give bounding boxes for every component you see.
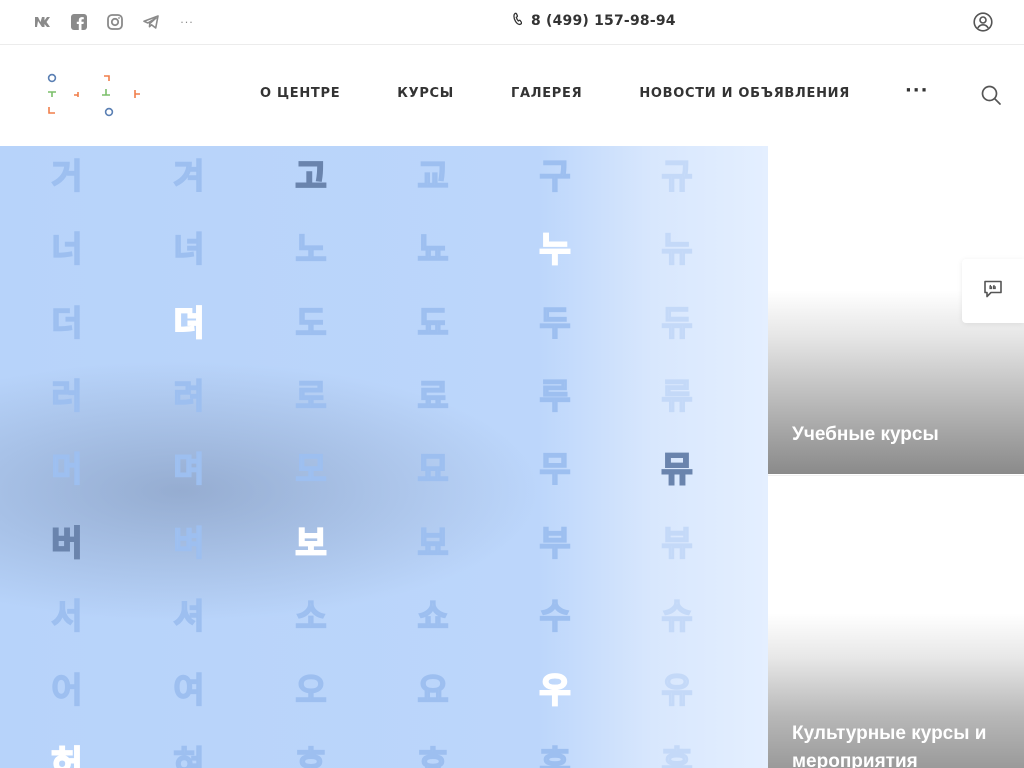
hangul-glyph: 허: [50, 743, 83, 768]
hangul-glyph: 류: [661, 376, 694, 418]
feedback-button[interactable]: [962, 259, 1024, 323]
top-bar: ··· 8 (499) 157-98-94: [0, 0, 1024, 45]
hangul-glyph: 뮤: [660, 449, 693, 491]
hangul-glyph: 노: [295, 229, 328, 271]
hangul-glyph: 뉴: [661, 229, 694, 271]
hangul-glyph: 우: [538, 670, 571, 712]
hangul-glyph: 서: [51, 596, 84, 638]
hangul-glyph: 겨: [173, 156, 206, 198]
hangul-glyph: 료: [417, 376, 450, 418]
social-links: ···: [34, 13, 196, 31]
hangul-glyph: 여: [173, 670, 206, 712]
hangul-glyph: 러: [51, 376, 84, 418]
phone-icon: [512, 12, 523, 30]
vk-icon[interactable]: [34, 13, 52, 31]
more-social-icon[interactable]: ···: [178, 13, 196, 31]
hangul-glyph: 셔: [173, 596, 206, 638]
hangul-glyph: 뇨: [417, 229, 450, 271]
hangul-glyph: 뵤: [417, 523, 450, 565]
hangul-glyph: 유: [661, 670, 694, 712]
phone-link[interactable]: 8 (499) 157-98-94: [512, 12, 676, 30]
hangul-glyph: 슈: [661, 596, 694, 638]
hangul-glyph: 효: [417, 743, 450, 768]
hangul-glyph: 머: [51, 449, 84, 491]
hangul-glyph: 쇼: [417, 596, 450, 638]
hangul-glyph: 보: [294, 523, 327, 565]
nav-item-about[interactable]: О ЦЕНТРЕ: [260, 86, 340, 101]
profile-icon[interactable]: [973, 12, 993, 32]
hangul-glyph: 누: [538, 229, 571, 271]
hangul-glyph: 구: [539, 156, 572, 198]
hangul-glyph: 두: [539, 303, 572, 345]
hangul-glyph: 어: [51, 670, 84, 712]
facebook-icon[interactable]: [70, 13, 88, 31]
telegram-icon[interactable]: [142, 13, 160, 31]
hangul-glyph: 부: [539, 523, 572, 565]
instagram-icon[interactable]: [106, 13, 124, 31]
hangul-glyph: 버: [50, 523, 83, 565]
hangul-pattern: 거 겨 고 교 구 규너 녀 노 뇨 누 뉴더 뎌 도 됴 두 듀러 려 로 료 루 류머 며 모 묘 무 뮤버 벼 보 뵤 부 뷰서 셔 소 쇼…: [0, 146, 768, 768]
hangul-glyph: 고: [294, 156, 327, 198]
hangul-glyph: 뷰: [661, 523, 694, 565]
hangul-glyph: 뎌: [172, 303, 205, 345]
hangul-glyph: 벼: [173, 523, 206, 565]
hangul-glyph: 며: [173, 449, 206, 491]
hero-banner: 거 겨 고 교 구 규너 녀 노 뇨 누 뉴더 뎌 도 됴 두 듀러 려 로 료 루 류머 며 모 묘 무 뮤버 벼 보 뵤 부 뷰서 셔 소 쇼…: [0, 146, 768, 768]
hangul-glyph: 교: [417, 156, 450, 198]
nav-item-news[interactable]: НОВОСТИ И ОБЪЯВЛЕНИЯ: [639, 86, 850, 101]
nav-more-icon[interactable]: ···: [905, 81, 929, 99]
nav-item-courses[interactable]: КУРСЫ: [397, 86, 454, 101]
hangul-glyph: 묘: [417, 449, 450, 491]
hangul-glyph: 녀: [173, 229, 206, 271]
hangul-glyph: 무: [539, 449, 572, 491]
hangul-glyph: 후: [539, 743, 572, 768]
hangul-glyph: 수: [539, 596, 572, 638]
hangul-glyph: 소: [295, 596, 328, 638]
hangul-glyph: 혀: [173, 743, 206, 768]
hangul-glyph: 려: [173, 376, 206, 418]
hangul-glyph: 모: [295, 449, 328, 491]
hangul-glyph: 너: [51, 229, 84, 271]
chat-quote-icon: [983, 280, 1003, 302]
hangul-glyph: 휴: [661, 743, 694, 768]
hangul-glyph: 도: [295, 303, 328, 345]
hangul-glyph: 로: [295, 376, 328, 418]
hangul-glyph: 루: [539, 376, 572, 418]
hangul-glyph: 오: [295, 670, 328, 712]
hangul-glyph: 거: [51, 156, 84, 198]
card-title: Учебные курсы: [792, 424, 939, 445]
hangul-glyph: 더: [51, 303, 84, 345]
hangul-glyph: 요: [417, 670, 450, 712]
hangul-glyph: 듀: [661, 303, 694, 345]
search-icon[interactable]: [980, 84, 1002, 106]
main-header: О ЦЕНТРЕ КУРСЫ ГАЛЕРЕЯ НОВОСТИ И ОБЪЯВЛЕ…: [0, 46, 1024, 146]
hangul-glyph: 됴: [417, 303, 450, 345]
hangul-glyph: 호: [295, 743, 328, 768]
card-title: Культурные курсы и мероприятия: [792, 723, 987, 768]
site-logo[interactable]: [44, 72, 144, 118]
hangul-glyph: 규: [661, 156, 694, 198]
card-cultural-courses[interactable]: Культурные курсы и мероприятия: [768, 475, 1024, 768]
phone-number: 8 (499) 157-98-94: [531, 13, 676, 29]
main-nav: О ЦЕНТРЕ КУРСЫ ГАЛЕРЕЯ НОВОСТИ И ОБЪЯВЛЕ…: [260, 81, 929, 101]
nav-item-gallery[interactable]: ГАЛЕРЕЯ: [511, 86, 582, 101]
